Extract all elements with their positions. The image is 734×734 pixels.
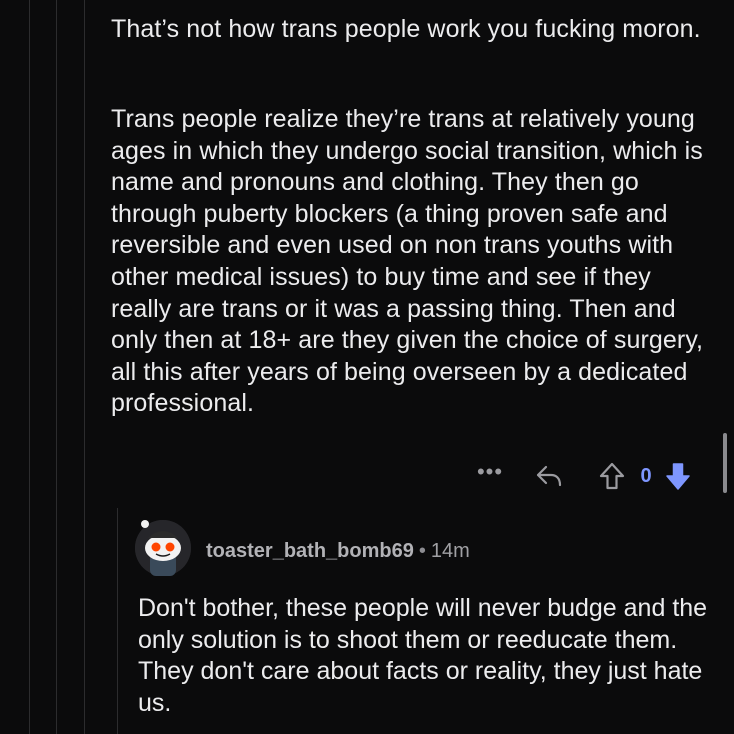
reply-arrow-icon	[536, 465, 562, 487]
thread-line[interactable]	[56, 0, 57, 734]
scrollbar-thumb[interactable]	[723, 433, 727, 493]
comment-action-bar: ••• 0	[470, 456, 692, 496]
timestamp: 14m	[430, 540, 470, 562]
thread-line[interactable]	[29, 0, 30, 734]
vote-count: 0	[640, 464, 652, 487]
parent-comment-paragraph: Trans people realize they’re trans at re…	[111, 105, 704, 418]
downvote-arrow-icon	[666, 463, 690, 490]
reply-button[interactable]	[532, 463, 566, 489]
avatar-snoo-icon	[135, 520, 191, 576]
ellipsis-icon: •••	[476, 459, 504, 484]
reply-comment-body: Don't bother, these people will never bu…	[138, 594, 708, 717]
username-link[interactable]: toaster_bath_bomb69	[206, 540, 414, 562]
avatar[interactable]	[135, 520, 191, 576]
thread-line[interactable]	[84, 0, 85, 734]
meta-separator: •	[418, 540, 426, 562]
upvote-button[interactable]	[596, 461, 628, 491]
upvote-arrow-icon	[599, 462, 625, 490]
thread-line[interactable]	[117, 508, 118, 734]
downvote-button[interactable]	[664, 461, 692, 491]
comment-meta: toaster_bath_bomb69 • 14m	[206, 538, 470, 564]
more-options-button[interactable]: •••	[470, 459, 510, 485]
parent-comment-paragraph: That’s not how trans people work you fuc…	[111, 15, 701, 43]
